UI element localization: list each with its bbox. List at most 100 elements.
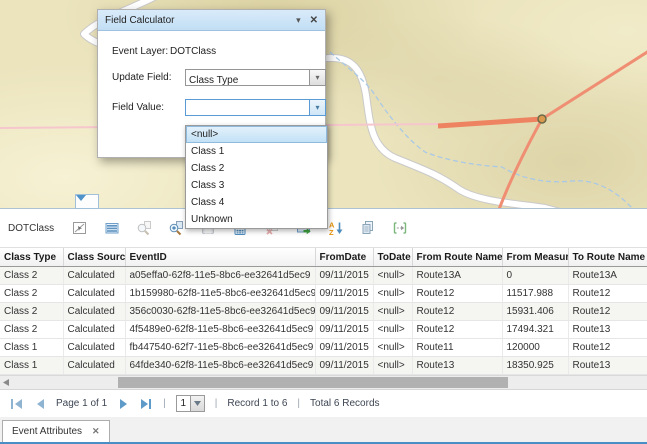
dialog-titlebar[interactable]: Field Calculator ▾ ✕ xyxy=(98,10,325,31)
table-row[interactable]: Class 2 Calculated 1b159980-62f8-11e5-8b… xyxy=(0,285,647,303)
cell[interactable]: Class 1 xyxy=(0,339,63,357)
cell[interactable]: Route12 xyxy=(412,321,502,339)
collapse-table-button[interactable] xyxy=(75,194,99,209)
sort-az-icon: A Z xyxy=(328,220,344,236)
cell[interactable]: a05effa0-62f8-11e5-8bc6-ee32641d5ec9 xyxy=(125,267,315,285)
cell[interactable]: 09/11/2015 xyxy=(315,357,373,375)
cell[interactable]: Route13 xyxy=(412,357,502,375)
column-header[interactable]: FromDate xyxy=(315,248,373,267)
column-header[interactable]: To Route Name xyxy=(568,248,647,267)
cell[interactable]: 15931.406 xyxy=(502,303,568,321)
show-all-records-button[interactable] xyxy=(100,216,124,240)
horizontal-scrollbar[interactable] xyxy=(0,375,647,389)
cell[interactable]: <null> xyxy=(373,339,412,357)
column-header[interactable]: Class Source xyxy=(63,248,125,267)
cell[interactable]: Route13 xyxy=(568,321,647,339)
cell[interactable]: <null> xyxy=(373,321,412,339)
table-row[interactable]: Class 1 Calculated fb447540-62f7-11e5-8b… xyxy=(0,339,647,357)
first-page-button[interactable] xyxy=(10,398,24,410)
cell[interactable]: 09/11/2015 xyxy=(315,339,373,357)
chevron-down-icon[interactable]: ▾ xyxy=(309,70,325,85)
cell[interactable]: fb447540-62f7-11e5-8bc6-ee32641d5ec9 xyxy=(125,339,315,357)
route-line[interactable] xyxy=(542,49,647,119)
review-records-button[interactable] xyxy=(356,216,380,240)
cell[interactable]: Route11 xyxy=(412,339,502,357)
event-layer-label: Event Layer: xyxy=(112,43,168,60)
cell[interactable]: Class 2 xyxy=(0,267,63,285)
cell[interactable]: Calculated xyxy=(63,321,125,339)
column-header[interactable]: From Measure xyxy=(502,248,568,267)
chevron-down-icon[interactable] xyxy=(190,396,204,411)
next-page-button[interactable] xyxy=(117,398,129,410)
route-line-selected[interactable] xyxy=(438,119,542,126)
cell[interactable]: 120000 xyxy=(502,339,568,357)
close-icon[interactable]: ✕ xyxy=(92,426,100,437)
table-row[interactable]: Class 2 Calculated a05effa0-62f8-11e5-8b… xyxy=(0,267,647,285)
cell[interactable]: Class 2 xyxy=(0,321,63,339)
cell[interactable]: Route13 xyxy=(568,357,647,375)
column-header[interactable]: EventID xyxy=(125,248,315,267)
cell[interactable]: Calculated xyxy=(63,303,125,321)
cell[interactable]: 11517.988 xyxy=(502,285,568,303)
zoom-plus-icon xyxy=(168,220,184,236)
page-number-combobox[interactable]: 1 xyxy=(176,395,205,412)
column-header[interactable]: Class Type xyxy=(0,248,63,267)
chevron-down-icon[interactable]: ▾ xyxy=(296,15,301,26)
zoom-to-selected-button[interactable] xyxy=(132,216,156,240)
cell[interactable]: 64fde340-62f8-11e5-8bc6-ee32641d5ec9 xyxy=(125,357,315,375)
close-icon[interactable]: ✕ xyxy=(310,15,318,26)
cell[interactable]: 09/11/2015 xyxy=(315,303,373,321)
go-to-column-button[interactable] xyxy=(388,216,412,240)
route-line[interactable] xyxy=(498,119,542,208)
dropdown-option[interactable]: <null> xyxy=(186,126,327,143)
cell[interactable]: 0 xyxy=(502,267,568,285)
selection-tool-button[interactable] xyxy=(68,216,92,240)
cell[interactable]: Route13A xyxy=(412,267,502,285)
map-point-marker[interactable] xyxy=(538,115,546,123)
cell[interactable]: 09/11/2015 xyxy=(315,285,373,303)
cell[interactable]: Route12 xyxy=(568,285,647,303)
cell[interactable]: Route12 xyxy=(568,303,647,321)
last-page-button[interactable] xyxy=(139,398,153,410)
cell[interactable]: Class 2 xyxy=(0,285,63,303)
cell[interactable]: 18350.925 xyxy=(502,357,568,375)
cell[interactable]: 17494.321 xyxy=(502,321,568,339)
cell[interactable]: Route12 xyxy=(412,285,502,303)
cell[interactable]: <null> xyxy=(373,303,412,321)
table-row[interactable]: Class 1 Calculated 64fde340-62f8-11e5-8b… xyxy=(0,357,647,375)
table-row[interactable]: Class 2 Calculated 356c0030-62f8-11e5-8b… xyxy=(0,303,647,321)
dropdown-option[interactable]: Class 4 xyxy=(186,194,327,211)
field-value-combobox[interactable]: ▾ xyxy=(185,99,326,116)
cell[interactable]: Calculated xyxy=(63,267,125,285)
chevron-down-icon[interactable]: ▾ xyxy=(309,100,325,115)
column-header[interactable]: From Route Name xyxy=(412,248,502,267)
cell[interactable]: 09/11/2015 xyxy=(315,321,373,339)
cell[interactable]: 356c0030-62f8-11e5-8bc6-ee32641d5ec9 xyxy=(125,303,315,321)
cell[interactable]: <null> xyxy=(373,357,412,375)
update-field-combobox[interactable]: Class Type ▾ xyxy=(185,69,326,86)
cell[interactable]: Route12 xyxy=(568,339,647,357)
cell[interactable]: Calculated xyxy=(63,285,125,303)
cell[interactable]: Route12 xyxy=(412,303,502,321)
goto-column-icon xyxy=(392,220,408,236)
dropdown-option[interactable]: Unknown xyxy=(186,211,327,228)
cell[interactable]: Calculated xyxy=(63,339,125,357)
cell[interactable]: Route13A xyxy=(568,267,647,285)
cell[interactable]: Class 1 xyxy=(0,357,63,375)
column-header[interactable]: ToDate xyxy=(373,248,412,267)
dropdown-option[interactable]: Class 1 xyxy=(186,143,327,160)
cell[interactable]: <null> xyxy=(373,267,412,285)
cell[interactable]: 1b159980-62f8-11e5-8bc6-ee32641d5ec9 xyxy=(125,285,315,303)
previous-page-button[interactable] xyxy=(34,398,46,410)
scrollbar-thumb[interactable] xyxy=(118,377,508,388)
dropdown-option[interactable]: Class 3 xyxy=(186,177,327,194)
cell[interactable]: <null> xyxy=(373,285,412,303)
cell[interactable]: 09/11/2015 xyxy=(315,267,373,285)
cell[interactable]: Class 2 xyxy=(0,303,63,321)
tab-event-attributes[interactable]: Event Attributes ✕ xyxy=(2,420,110,442)
cell[interactable]: Calculated xyxy=(63,357,125,375)
table-row[interactable]: Class 2 Calculated 4f5489e0-62f8-11e5-8b… xyxy=(0,321,647,339)
dropdown-option[interactable]: Class 2 xyxy=(186,160,327,177)
scroll-left-icon[interactable] xyxy=(3,379,9,386)
cell[interactable]: 4f5489e0-62f8-11e5-8bc6-ee32641d5ec9 xyxy=(125,321,315,339)
